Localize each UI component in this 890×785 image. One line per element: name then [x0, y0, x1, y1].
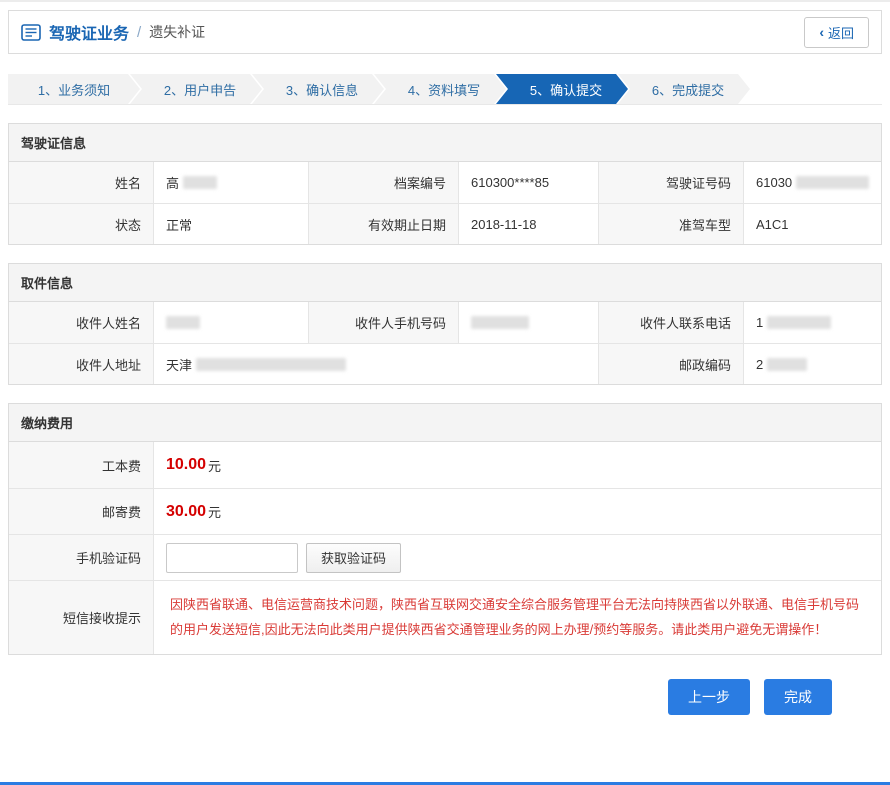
file-number-label: 档案编号	[309, 162, 459, 203]
license-section-title: 驾驶证信息	[9, 124, 881, 162]
previous-step-button[interactable]: 上一步	[668, 679, 750, 715]
step-navigation: 1、业务须知 2、用户申告 3、确认信息 4、资料填写 5、确认提交 6、完成提…	[8, 74, 882, 105]
mail-fee-value: 30.00 元	[154, 489, 881, 534]
fees-section-title: 缴纳费用	[9, 404, 881, 442]
sms-code-field-cell: 获取验证码	[154, 535, 881, 580]
vehicle-class-label: 准驾车型	[599, 204, 744, 244]
step-label: 5、确认提交	[530, 80, 602, 99]
pickup-info-section: 取件信息 收件人姓名 收件人手机号码 收件人联系电话 1 收件人地址 天津 邮政…	[8, 263, 882, 385]
vehicle-class-value: A1C1	[744, 204, 881, 244]
step-3-confirm-info[interactable]: 3、确认信息	[252, 74, 384, 104]
page-header: 驾驶证业务 / 遗失补证 ‹ 返回	[8, 10, 882, 54]
redacted-text	[471, 316, 529, 329]
mail-fee-amount: 30.00	[166, 503, 206, 521]
step-label: 6、完成提交	[652, 80, 724, 99]
recipient-name-value	[154, 302, 309, 343]
sms-notice-text: 因陕西省联通、电信运营商技术问题，陕西省互联网交通安全综合服务管理平台无法向持陕…	[170, 593, 865, 641]
title-separator: /	[137, 24, 141, 41]
sms-notice-cell: 因陕西省联通、电信运营商技术问题，陕西省互联网交通安全综合服务管理平台无法向持陕…	[154, 581, 881, 654]
back-chevron-icon: ‹	[819, 24, 824, 40]
business-form-icon	[21, 24, 41, 41]
recipient-name-label: 收件人姓名	[9, 302, 154, 343]
expiry-label: 有效期止日期	[309, 204, 459, 244]
back-button-label: 返回	[828, 23, 854, 42]
step-label: 1、业务须知	[38, 80, 110, 99]
postal-code-value: 2	[744, 344, 881, 384]
license-number-label: 驾驶证号码	[599, 162, 744, 203]
redacted-text	[767, 358, 807, 371]
table-row: 邮寄费 30.00 元	[9, 488, 881, 534]
back-button[interactable]: ‹ 返回	[804, 17, 869, 48]
step-label: 4、资料填写	[408, 80, 480, 99]
page-subtitle: 遗失补证	[149, 22, 205, 42]
page-container: 驾驶证业务 / 遗失补证 ‹ 返回 1、业务须知 2、用户申告 3、确认信息 4…	[0, 2, 890, 785]
redacted-text	[196, 358, 346, 371]
step-label: 2、用户申告	[164, 80, 236, 99]
get-code-button[interactable]: 获取验证码	[306, 543, 401, 573]
redacted-text	[796, 176, 869, 189]
table-row: 工本费 10.00 元	[9, 442, 881, 488]
footer-actions: 上一步 完成	[8, 679, 882, 715]
step-5-confirm-submit[interactable]: 5、确认提交	[496, 74, 628, 104]
cost-fee-label: 工本费	[9, 442, 154, 488]
redacted-text	[166, 316, 200, 329]
pickup-section-title: 取件信息	[9, 264, 881, 302]
sms-code-input[interactable]	[166, 543, 298, 573]
sms-code-label: 手机验证码	[9, 535, 154, 580]
name-value: 高	[154, 162, 309, 203]
recipient-address-label: 收件人地址	[9, 344, 154, 384]
table-row: 收件人姓名 收件人手机号码 收件人联系电话 1	[9, 302, 881, 343]
redacted-text	[767, 316, 831, 329]
redacted-text	[183, 176, 217, 189]
recipient-phone-label: 收件人联系电话	[599, 302, 744, 343]
step-label: 3、确认信息	[286, 80, 358, 99]
file-number-value: 610300****85	[459, 162, 599, 203]
mail-fee-unit: 元	[208, 502, 221, 521]
status-label: 状态	[9, 204, 154, 244]
step-6-complete[interactable]: 6、完成提交	[618, 74, 750, 104]
name-label: 姓名	[9, 162, 154, 203]
recipient-mobile-label: 收件人手机号码	[309, 302, 459, 343]
license-info-section: 驾驶证信息 姓名 高 档案编号 610300****85 驾驶证号码 61030…	[8, 123, 882, 245]
postal-code-label: 邮政编码	[599, 344, 744, 384]
step-2-declaration[interactable]: 2、用户申告	[130, 74, 262, 104]
recipient-address-value: 天津	[154, 344, 599, 384]
status-value: 正常	[154, 204, 309, 244]
recipient-phone-value: 1	[744, 302, 881, 343]
page-title: 驾驶证业务	[49, 20, 129, 44]
table-row: 短信接收提示 因陕西省联通、电信运营商技术问题，陕西省互联网交通安全综合服务管理…	[9, 580, 881, 654]
cost-fee-unit: 元	[208, 456, 221, 475]
expiry-value: 2018-11-18	[459, 204, 599, 244]
table-row: 手机验证码 获取验证码	[9, 534, 881, 580]
table-row: 姓名 高 档案编号 610300****85 驾驶证号码 61030	[9, 162, 881, 203]
license-number-value: 61030	[744, 162, 881, 203]
table-row: 状态 正常 有效期止日期 2018-11-18 准驾车型 A1C1	[9, 203, 881, 244]
recipient-mobile-value	[459, 302, 599, 343]
finish-button[interactable]: 完成	[764, 679, 832, 715]
step-4-fill-data[interactable]: 4、资料填写	[374, 74, 506, 104]
cost-fee-amount: 10.00	[166, 456, 206, 474]
sms-notice-label: 短信接收提示	[9, 581, 154, 654]
table-row: 收件人地址 天津 邮政编码 2	[9, 343, 881, 384]
step-1-notice[interactable]: 1、业务须知	[8, 74, 140, 104]
page-header-left: 驾驶证业务 / 遗失补证	[21, 20, 205, 44]
mail-fee-label: 邮寄费	[9, 489, 154, 534]
cost-fee-value: 10.00 元	[154, 442, 881, 488]
fees-section: 缴纳费用 工本费 10.00 元 邮寄费 30.00 元 手机验证码 获取验证码…	[8, 403, 882, 655]
